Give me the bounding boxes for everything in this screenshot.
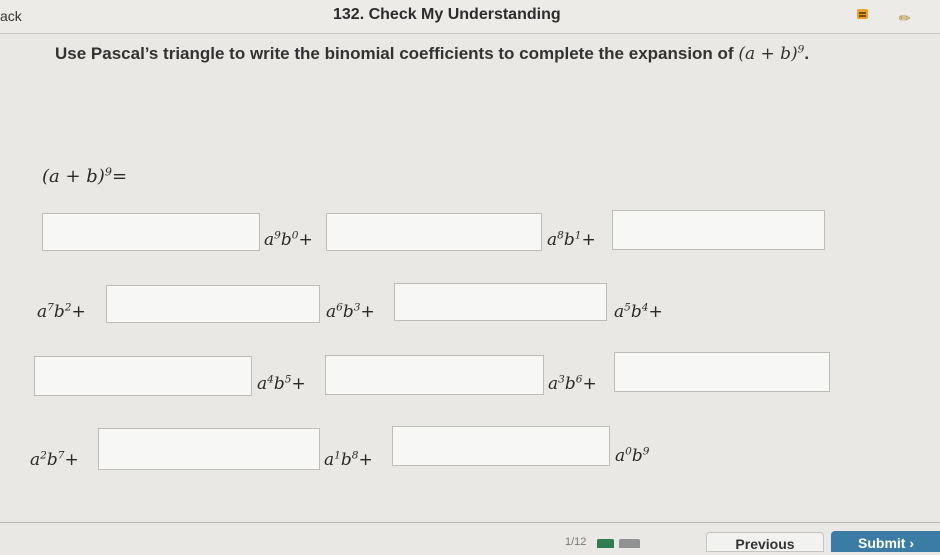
top-bar: ack 132. Check My Understanding ✎: [0, 0, 940, 34]
term-9: a1b8+: [324, 449, 373, 470]
expansion-lhs: (a + b)9=: [42, 165, 128, 187]
term-10: a0b9: [615, 445, 650, 466]
coefficient-input-6[interactable]: [34, 356, 252, 396]
coefficient-input-10[interactable]: [392, 426, 610, 466]
footer-divider: [0, 522, 940, 523]
coefficient-input-2[interactable]: [326, 213, 542, 251]
back-link[interactable]: ack: [0, 8, 22, 24]
question-prompt: Use Pascal’s triangle to write the binom…: [55, 43, 810, 64]
coefficient-input-5[interactable]: [394, 283, 607, 321]
page-indicator: 1/12: [565, 536, 587, 548]
coefficient-input-1[interactable]: [42, 213, 260, 251]
submit-button[interactable]: Submit ›: [831, 531, 940, 552]
term-1: a9b0+: [264, 229, 313, 250]
term-5: a5b4+: [614, 301, 663, 322]
prompt-text: Use Pascal’s triangle to write the binom…: [55, 44, 734, 63]
page-title: 132. Check My Understanding: [333, 6, 561, 23]
prompt-expression: (a + b)9: [738, 43, 805, 64]
pencil-icon[interactable]: ✎: [895, 4, 919, 28]
term-4: a6b3+: [326, 301, 375, 322]
coefficient-input-7[interactable]: [325, 355, 544, 395]
coefficient-input-9[interactable]: [98, 428, 320, 470]
note-icon[interactable]: [857, 9, 868, 19]
term-2: a8b1+: [547, 229, 596, 250]
previous-button[interactable]: Previous: [706, 532, 824, 552]
term-7: a3b6+: [548, 373, 597, 394]
term-6: a4b5+: [257, 373, 306, 394]
progress-next-indicator: [619, 539, 640, 548]
coefficient-input-4[interactable]: [106, 285, 320, 323]
coefficient-input-8[interactable]: [614, 352, 830, 392]
progress-current-indicator: [597, 539, 614, 548]
coefficient-input-3[interactable]: [612, 210, 825, 250]
term-8: a2b7+: [30, 449, 79, 470]
term-3: a7b2+: [37, 301, 86, 322]
